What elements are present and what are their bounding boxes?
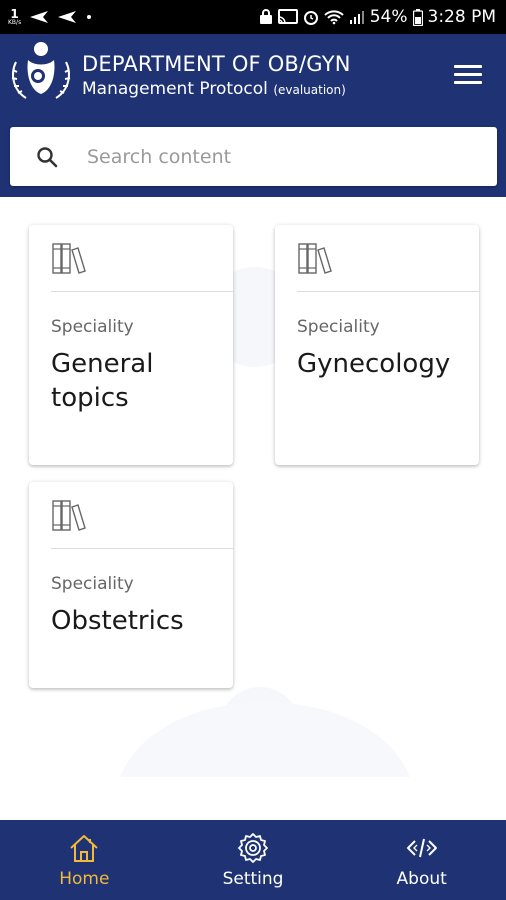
app-subtitle-text: Management Protocol xyxy=(82,79,268,99)
app-title-block: DEPARTMENT OF OB/GYN Management Protocol… xyxy=(82,52,351,99)
speciality-card-general-topics[interactable]: Speciality General topics xyxy=(29,225,233,465)
app-title: DEPARTMENT OF OB/GYN xyxy=(82,52,351,76)
books-icon xyxy=(52,243,86,274)
card-kicker: Speciality xyxy=(51,574,134,594)
search-bar[interactable] xyxy=(10,127,497,186)
network-speed-unit: KB/s xyxy=(8,19,22,26)
nav-label-setting: Setting xyxy=(222,869,284,889)
status-bar-right: 54% 3:28 PM xyxy=(259,7,496,27)
menu-line xyxy=(454,73,482,76)
search-input[interactable] xyxy=(87,145,447,168)
card-title: General topics xyxy=(51,349,154,413)
department-logo xyxy=(11,42,71,99)
search-icon[interactable] xyxy=(35,145,59,169)
menu-line xyxy=(454,65,482,68)
wifi-icon xyxy=(324,9,344,25)
hamburger-menu-icon[interactable] xyxy=(454,65,482,87)
card-divider xyxy=(51,548,233,549)
books-icon xyxy=(298,243,332,274)
battery-percent: 54% xyxy=(369,7,408,27)
app-subtitle: Management Protocol (evaluation) xyxy=(82,79,351,99)
books-icon xyxy=(52,500,86,531)
cast-icon xyxy=(277,9,298,25)
dot-icon xyxy=(85,13,93,21)
app-header: DEPARTMENT OF OB/GYN Management Protocol… xyxy=(0,34,506,197)
send-icon xyxy=(29,10,49,24)
app-subtitle-tag: (evaluation) xyxy=(273,83,346,97)
code-icon xyxy=(406,838,437,858)
send-icon xyxy=(57,10,77,24)
nav-item-home[interactable]: Home xyxy=(0,820,169,900)
alarm-icon xyxy=(303,9,319,25)
signal-icon xyxy=(349,9,365,25)
menu-line xyxy=(454,81,482,84)
status-bar-left: 1 KB/s xyxy=(8,8,93,26)
nav-label-home: Home xyxy=(59,869,110,889)
speciality-card-gynecology[interactable]: Speciality Gynecology xyxy=(275,225,479,465)
battery-icon xyxy=(412,8,423,26)
card-divider xyxy=(297,291,479,292)
home-icon xyxy=(70,835,99,862)
network-speed: 1 KB/s xyxy=(8,8,21,26)
content-area: Speciality General topics Speciality Gyn… xyxy=(0,197,506,820)
lock-icon xyxy=(259,9,273,25)
card-title: Obstetrics xyxy=(51,606,184,636)
nav-item-setting[interactable]: Setting xyxy=(169,820,338,900)
nav-item-about[interactable]: About xyxy=(337,820,506,900)
status-bar: 1 KB/s 54% 3:28 PM xyxy=(0,0,506,34)
bottom-navigation: Home Setting About xyxy=(0,820,506,900)
card-divider xyxy=(51,291,233,292)
card-title: Gynecology xyxy=(297,349,451,379)
card-kicker: Speciality xyxy=(297,317,380,337)
gear-icon xyxy=(238,833,268,863)
clock-time: 3:28 PM xyxy=(427,7,497,27)
nav-label-about: About xyxy=(396,869,447,889)
speciality-card-obstetrics[interactable]: Speciality Obstetrics xyxy=(29,482,233,688)
card-kicker: Speciality xyxy=(51,317,134,337)
